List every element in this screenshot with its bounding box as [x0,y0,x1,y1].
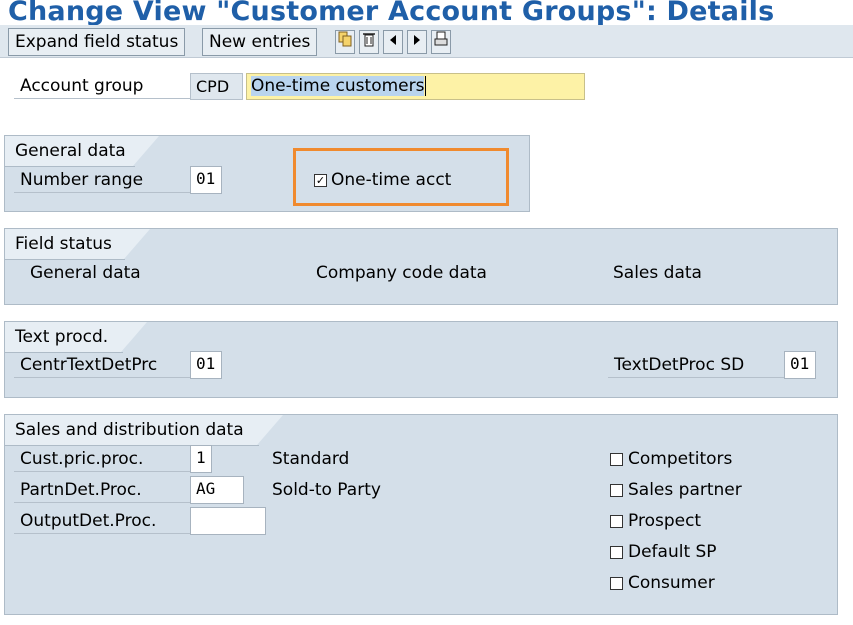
competitors-label: Competitors [628,449,733,469]
partn-det-proc-label: PartnDet.Proc. [14,478,190,503]
number-range-label: Number range [14,168,190,193]
consumer-checkbox[interactable] [610,577,623,590]
copy-icon[interactable] [335,30,355,54]
account-group-description-field[interactable]: One-time customers [246,73,585,100]
general-data-header: General data [5,136,159,166]
competitors-checkbox[interactable] [610,453,623,466]
default-sp-checkbox[interactable] [610,546,623,559]
application-toolbar: Expand field status New entries [0,25,853,58]
sales-partner-checkbox[interactable] [610,484,623,497]
default-sp-label: Default SP [628,542,717,562]
prospect-label: Prospect [628,511,702,531]
field-status-company-code-data[interactable]: Company code data [316,261,487,285]
delete-icon[interactable] [359,30,379,54]
consumer-label: Consumer [628,573,715,593]
text-cursor [425,76,427,96]
output-det-proc-label: OutputDet.Proc. [14,509,190,534]
account-group-description: One-time customers [251,76,425,96]
account-group-code: CPD [190,73,243,100]
text-det-proc-sd-field[interactable]: 01 [784,351,816,379]
previous-entry-icon[interactable] [383,30,403,54]
text-procd-header: Text procd. [5,322,147,352]
field-status-header: Field status [5,229,150,259]
text-det-proc-sd-label: TextDetProc SD [608,353,784,378]
prospect-checkbox[interactable] [610,515,623,528]
expand-field-status-button[interactable]: Expand field status [8,28,186,56]
cust-pric-proc-field[interactable]: 1 [190,445,212,473]
field-status-sales-data[interactable]: Sales data [613,261,702,285]
sales-distribution-header: Sales and distribution data [5,415,283,445]
output-det-proc-field[interactable] [190,507,266,535]
cust-pric-proc-label: Cust.pric.proc. [14,447,190,472]
account-group-label: Account group [14,74,190,99]
next-entry-icon[interactable] [407,30,427,54]
centr-text-det-prc-label: CentrTextDetPrc [14,353,190,378]
cust-pric-proc-text: Standard [272,449,350,469]
partn-det-proc-field[interactable]: AG [190,476,244,504]
new-entries-button[interactable]: New entries [202,28,318,56]
sales-partner-label: Sales partner [628,480,742,500]
one-time-acct-label: One-time acct [331,170,452,190]
centr-text-det-prc-field[interactable]: 01 [190,351,222,379]
print-icon[interactable] [431,30,451,54]
number-range-field[interactable]: 01 [190,166,222,194]
partn-det-proc-text: Sold-to Party [272,480,381,500]
one-time-acct-checkbox[interactable]: ✓ [314,174,327,187]
field-status-general-data[interactable]: General data [30,261,141,285]
